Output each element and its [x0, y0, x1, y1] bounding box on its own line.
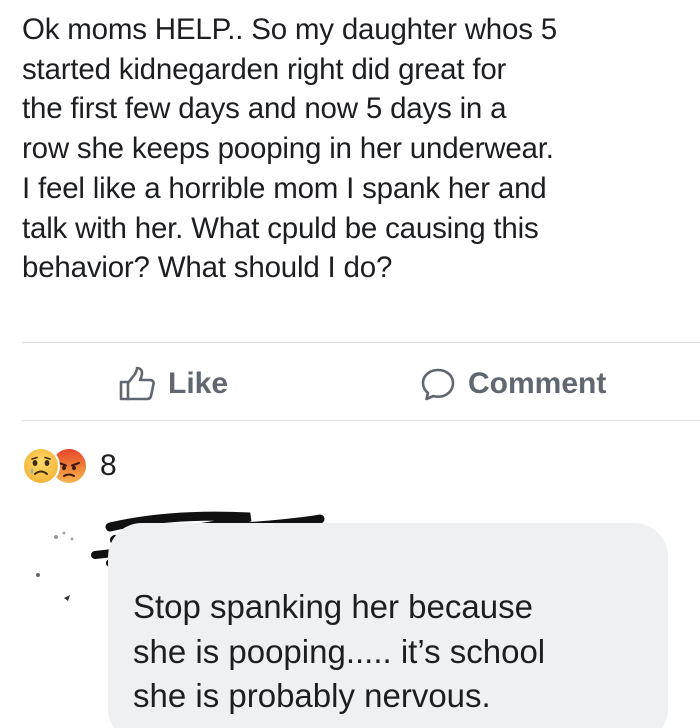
speech-bubble-icon	[420, 366, 456, 402]
facebook-post: Ok moms HELP.. So my daughter whos 5 sta…	[0, 0, 700, 728]
sad-reaction-icon	[22, 447, 60, 485]
post-body-text: Ok moms HELP.. So my daughter whos 5 sta…	[22, 13, 557, 285]
like-button[interactable]: Like	[118, 360, 228, 408]
like-label: Like	[168, 367, 229, 400]
reaction-count: 8	[100, 449, 117, 482]
reactions-summary[interactable]: 8	[22, 446, 117, 486]
comment-button[interactable]: Comment	[420, 360, 606, 408]
divider-top	[22, 342, 700, 343]
divider-bottom	[22, 420, 700, 421]
comment-text: Stop spanking her because she is pooping…	[133, 588, 546, 714]
comment-label: Comment	[468, 367, 607, 400]
thumbs-up-icon	[118, 366, 156, 402]
